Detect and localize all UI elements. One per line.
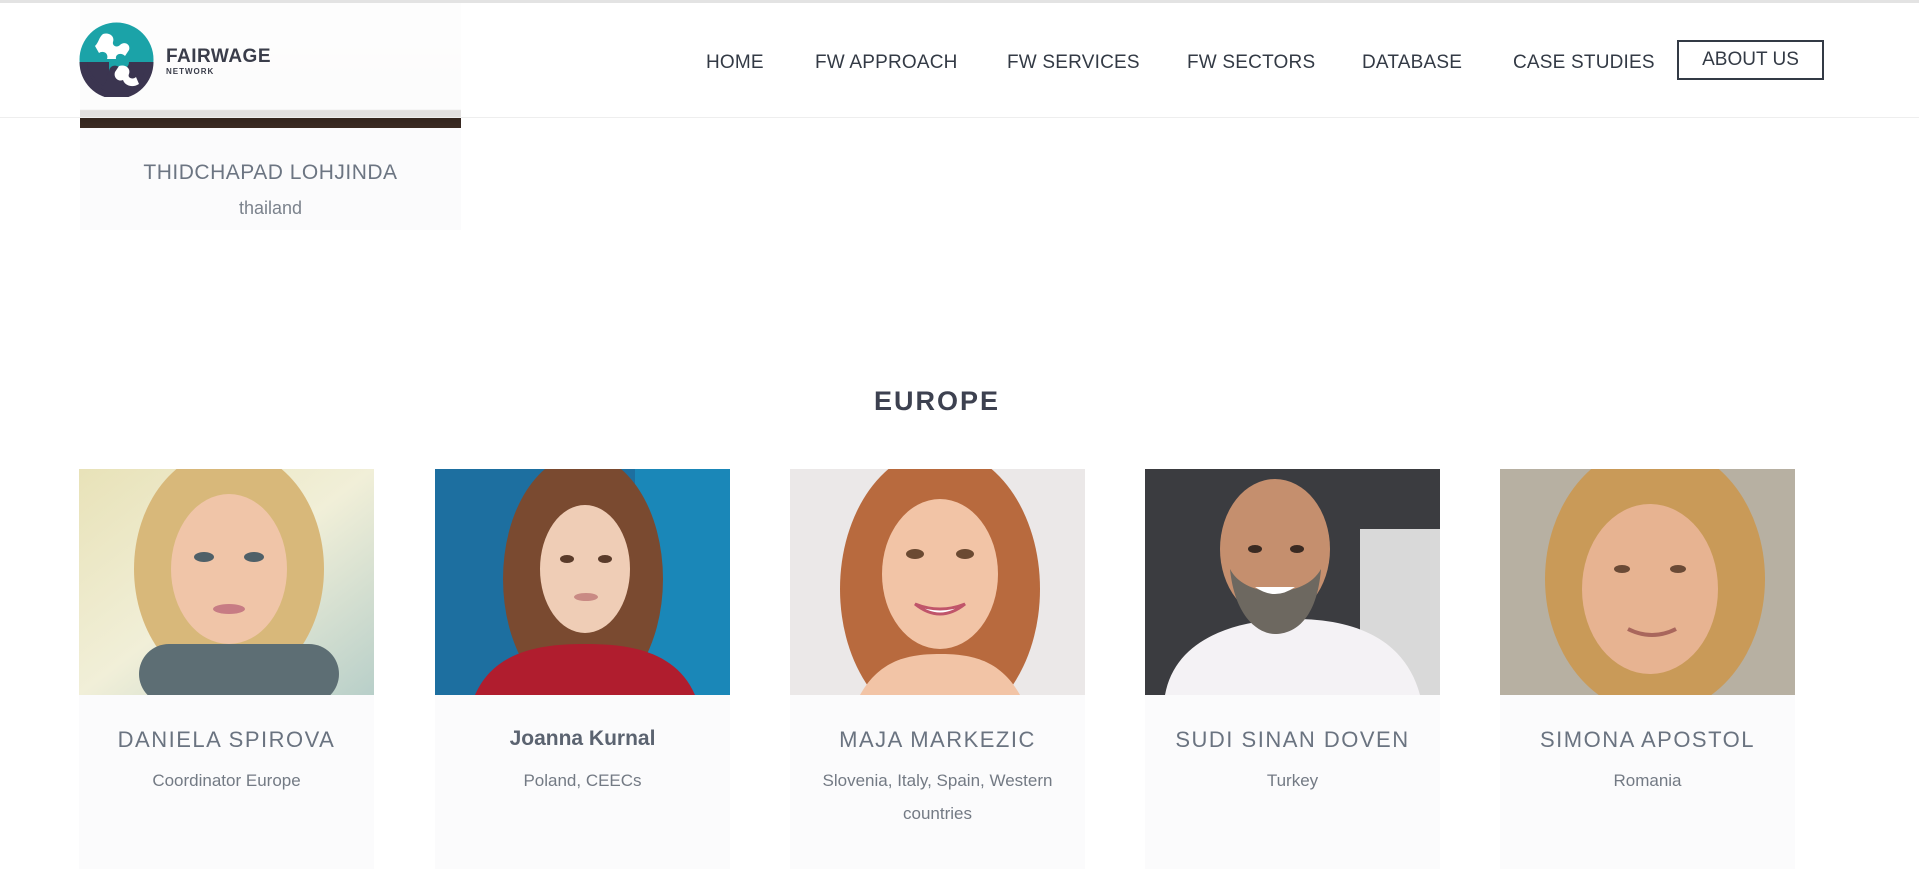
member-card[interactable]: SUDI SINAN DOVEN Turkey — [1145, 469, 1440, 869]
member-role: Poland, CEECs — [523, 771, 642, 790]
logo-title: FAIRWAGE — [166, 46, 271, 67]
fairwage-logo[interactable]: FAIRWAGE NETWORK — [79, 22, 279, 100]
member-name: SIMONA APOSTOL — [1540, 727, 1755, 752]
member-name: DANIELA SPIROVA — [117, 727, 336, 752]
member-name: MAJA MARKEZIC — [839, 727, 1036, 752]
logo-subtitle: NETWORK — [166, 67, 215, 76]
member-name: SUDI SINAN DOVEN — [1175, 727, 1410, 752]
portrait-bearded-man-icon — [1145, 469, 1440, 695]
member-card[interactable]: SIMONA APOSTOL Romania — [1500, 469, 1795, 869]
member-role: Turkey — [1266, 771, 1319, 790]
member-role: Coordinator Europe — [152, 771, 301, 790]
member-card[interactable]: MAJA MARKEZIC Slovenia, Italy, Spain, We… — [790, 469, 1085, 869]
nav-database[interactable]: DATABASE — [1362, 52, 1462, 74]
portrait-woman-icon — [1500, 469, 1795, 695]
nav-fw-sectors[interactable]: FW SECTORS — [1187, 52, 1315, 74]
section-title-europe: EUROPE — [873, 386, 1001, 416]
nav-home[interactable]: HOME — [706, 52, 764, 74]
nav-case-studies[interactable]: CASE STUDIES — [1513, 52, 1655, 74]
member-role: Slovenia, Italy, Spain, Western countrie… — [822, 771, 1053, 823]
member-card[interactable]: DANIELA SPIROVA Coordinator Europe — [79, 469, 374, 869]
portrait-blonde-woman-icon — [79, 469, 374, 695]
portrait-smiling-woman-icon — [790, 469, 1085, 695]
nav-fw-services[interactable]: FW SERVICES — [1007, 52, 1140, 74]
member-role: Romania — [1613, 771, 1682, 790]
nav-fw-approach[interactable]: FW APPROACH — [815, 52, 958, 74]
site-header: FAIRWAGE NETWORK HOME FW APPROACH FW SER… — [0, 3, 1919, 118]
nav-about-us-button[interactable]: ABOUT US — [1677, 40, 1824, 80]
member-country: thailand — [238, 198, 303, 218]
member-card[interactable]: Joanna Kurnal Poland, CEECs — [435, 469, 730, 869]
puzzle-logo-icon — [79, 22, 154, 97]
member-name: Joanna Kurnal — [509, 727, 656, 750]
member-name: THIDCHAPAD LOHJINDA — [143, 161, 398, 184]
portrait-brown-haired-woman-icon — [435, 469, 730, 695]
